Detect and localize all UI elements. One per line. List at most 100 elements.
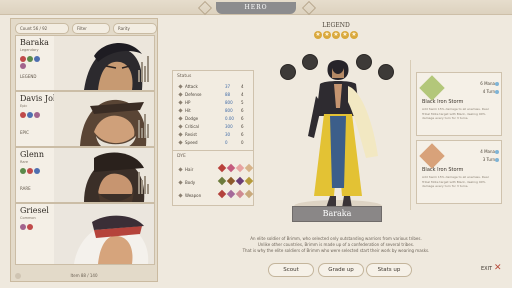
rarity-dropdown[interactable]: Rarity [113,23,157,34]
dye-swatch[interactable] [217,189,227,199]
grade-up-button[interactable]: Grade up [318,263,364,277]
skill-title: Black Iron Storm [422,99,464,105]
turn-icon [495,158,499,162]
skill-icon [419,143,445,169]
top-bar: HERO [0,0,512,16]
stat-label: Resist [185,132,197,137]
hero-list-panel: Count 56 / 92 Filter Rarity Baraka Legen… [10,18,158,282]
fire-icon [20,56,26,62]
hero-rarity: Epic [20,104,28,108]
stats-up-button[interactable]: Stats up [366,263,412,277]
stat-bars [138,48,152,82]
hero-card[interactable]: Glenn Rare RARE [15,147,155,203]
stat-icon [178,140,183,145]
stat-label: Defense [185,92,202,97]
hero-portrait [54,204,154,264]
stat-label: Speed [185,140,198,145]
hero-rarity: Common [20,216,36,220]
exit-label[interactable]: EXIT [481,266,492,272]
star-icon: ★ [350,31,358,39]
stat-row: Dodge 0.00 6 [178,116,251,122]
stat-row: Defense 88 4 [178,92,251,98]
stat-icon [178,124,183,129]
skill-card[interactable]: 4 Mana 3 Turn Black Iron Storm Add Swim … [416,140,502,204]
fire-icon [20,112,26,118]
stat-icon [178,100,183,105]
description-line: That is why the elite soldiers of Brimm … [242,248,430,253]
dye-swatch[interactable] [235,176,245,186]
dye-swatch[interactable] [244,163,254,173]
dye-row: Hair [178,163,254,174]
stat-bonus: 4 [241,92,244,97]
stat-icon [178,108,183,113]
skill-card[interactable]: 6 Mana 4 Turn Black Iron Storm Add Swim … [416,72,502,136]
status-panel: Status Attack 37 4 Defense 88 4 HP 800 5 Hit 80… [172,70,254,152]
dye-swatch[interactable] [226,163,236,173]
stat-row: Attack 37 4 [178,84,251,90]
stat-value: 30 [225,132,231,137]
stat-bonus: 6 [241,124,244,129]
stat-label: HP [185,100,191,105]
ornament-icon [301,0,317,16]
dye-swatch[interactable] [235,163,245,173]
dye-panel: DYE Hair Body Weapon [172,150,254,206]
stat-icon [178,116,183,121]
hero-card[interactable]: Griesel Common [15,203,155,265]
dye-swatch[interactable] [235,189,245,199]
hero-card[interactable]: Baraka Legendary LEGEND [15,35,155,91]
stat-value: 0 [225,140,228,145]
element-icons [20,112,44,118]
stat-value: 37 [225,84,231,89]
spirit-icon [20,63,26,69]
page-title: HERO [216,2,296,14]
hero-card[interactable]: Davis Johnson Epic EPIC [15,91,155,147]
dye-icon [178,180,183,185]
stat-bonus: 4 [241,84,244,89]
fire-icon [27,168,33,174]
dye-title: DYE [177,154,186,159]
element-icons [20,168,44,174]
star-icon: ★ [323,31,331,39]
mana-icon [495,150,499,154]
skill-mana: 6 Mana [480,81,495,86]
filter-dropdown[interactable]: Filter [72,23,110,34]
hero-name-banner: Baraka [292,206,382,222]
star-rating: ★ ★ ★ ★ ★ [314,31,358,39]
star-icon: ★ [332,31,340,39]
hero-rank: LEGEND [322,22,350,29]
dye-swatch[interactable] [226,189,236,199]
hero-figure [294,60,382,210]
spirit-icon [34,112,40,118]
star-icon: ★ [314,31,322,39]
dye-swatch[interactable] [226,176,236,186]
mana-icon [495,82,499,86]
stat-bonus: 5 [241,100,244,105]
hero-name: Baraka [20,38,49,47]
skill-turn: 3 Turn [482,157,495,162]
scout-button[interactable]: Scout [268,263,314,277]
dye-swatch[interactable] [244,189,254,199]
dye-swatch[interactable] [217,176,227,186]
water-icon [27,112,33,118]
list-footer: Item 88 / 140 [70,273,98,278]
skill-mana: 4 Mana [480,149,495,154]
count-filter[interactable]: Count 56 / 92 [15,23,69,34]
stat-row: HP 800 5 [178,100,251,106]
leaf-icon [27,56,33,62]
dye-icon [178,167,183,172]
close-icon[interactable]: ✕ [494,264,502,273]
dye-swatch[interactable] [244,176,254,186]
fire-icon [27,224,33,230]
leaf-icon [20,168,26,174]
stat-value: 800 [225,108,233,113]
skill-text: Add Swim 15% damage to all enemies. Deal… [422,107,489,120]
stat-label: Critical [185,124,199,129]
water-icon [34,56,40,62]
dye-swatch[interactable] [217,163,227,173]
stat-value: 300 [225,124,233,129]
dye-icon [178,193,183,198]
dye-label: Body [185,180,196,185]
divider [410,60,411,210]
stat-row: Speed 0 0 [178,140,251,146]
stat-value: 0.00 [225,116,234,121]
